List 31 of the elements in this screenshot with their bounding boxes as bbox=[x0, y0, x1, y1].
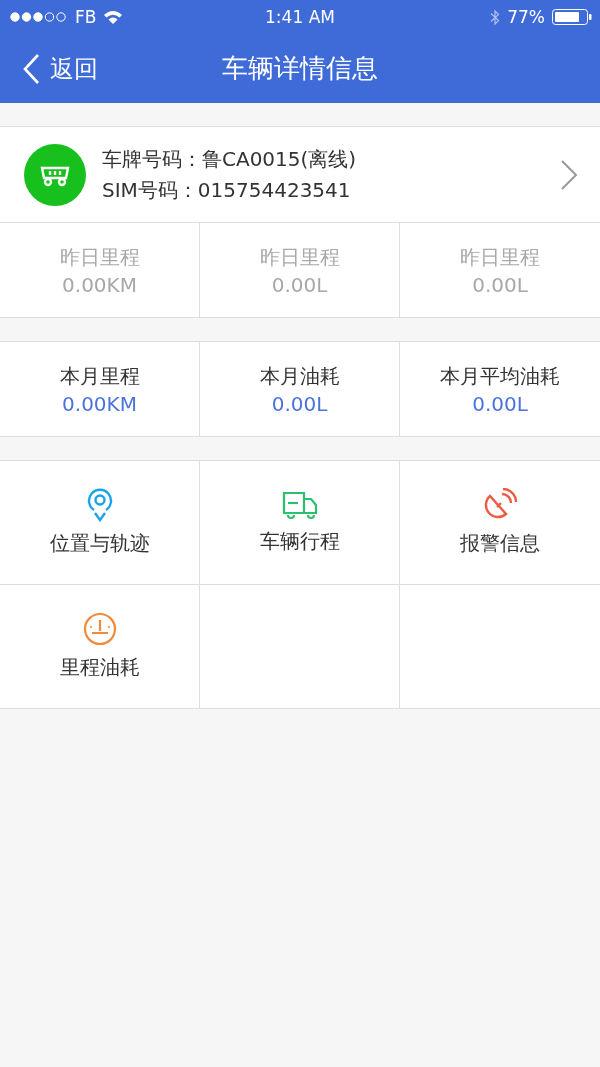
bluetooth-icon bbox=[490, 8, 501, 26]
back-button[interactable]: 返回 bbox=[0, 52, 98, 85]
stat-value: 0.00L bbox=[472, 391, 528, 416]
status-time: 1:41 AM bbox=[265, 7, 335, 27]
battery-percent: 77% bbox=[507, 7, 545, 27]
stat-label: 昨日里程 bbox=[460, 243, 540, 271]
sim-number: SIM号码：015754423541 bbox=[102, 176, 352, 204]
menu-item[interactable]: 报警信息 bbox=[400, 461, 600, 585]
stat-label: 本月里程 bbox=[59, 362, 140, 390]
signal-icon bbox=[10, 12, 68, 22]
truck-avatar-icon bbox=[24, 143, 86, 206]
wifi-icon bbox=[103, 9, 124, 25]
menu-item[interactable]: 车辆行程 bbox=[200, 461, 400, 585]
stat-label: 昨日里程 bbox=[259, 243, 340, 271]
stat-value: 0.00KM bbox=[62, 391, 137, 416]
stat-label: 昨日里程 bbox=[59, 243, 140, 271]
stat-value: 0.00L bbox=[472, 272, 528, 297]
menu-item[interactable]: 位置与轨迹 bbox=[0, 461, 200, 585]
vehicle-card[interactable]: 车牌号码：鲁CA0015(离线) SIM号码：015754423541 bbox=[0, 126, 600, 223]
chevron-right-icon bbox=[560, 158, 578, 191]
carrier: FB bbox=[75, 7, 97, 27]
plate-number: 车牌号码：鲁CA0015(离线) bbox=[102, 145, 358, 173]
battery-icon bbox=[552, 9, 592, 25]
stat-value: 0.00L bbox=[271, 391, 328, 416]
menu-item[interactable]: 里程油耗 bbox=[0, 585, 200, 709]
stat-value: 0.00L bbox=[271, 272, 328, 297]
stat-value: 0.00KM bbox=[62, 272, 137, 297]
page-title: 车辆详情信息 bbox=[222, 52, 378, 85]
chevron-left-icon bbox=[22, 52, 40, 85]
stat-label: 本月油耗 bbox=[259, 362, 340, 390]
stat-label: 本月平均油耗 bbox=[440, 362, 560, 390]
